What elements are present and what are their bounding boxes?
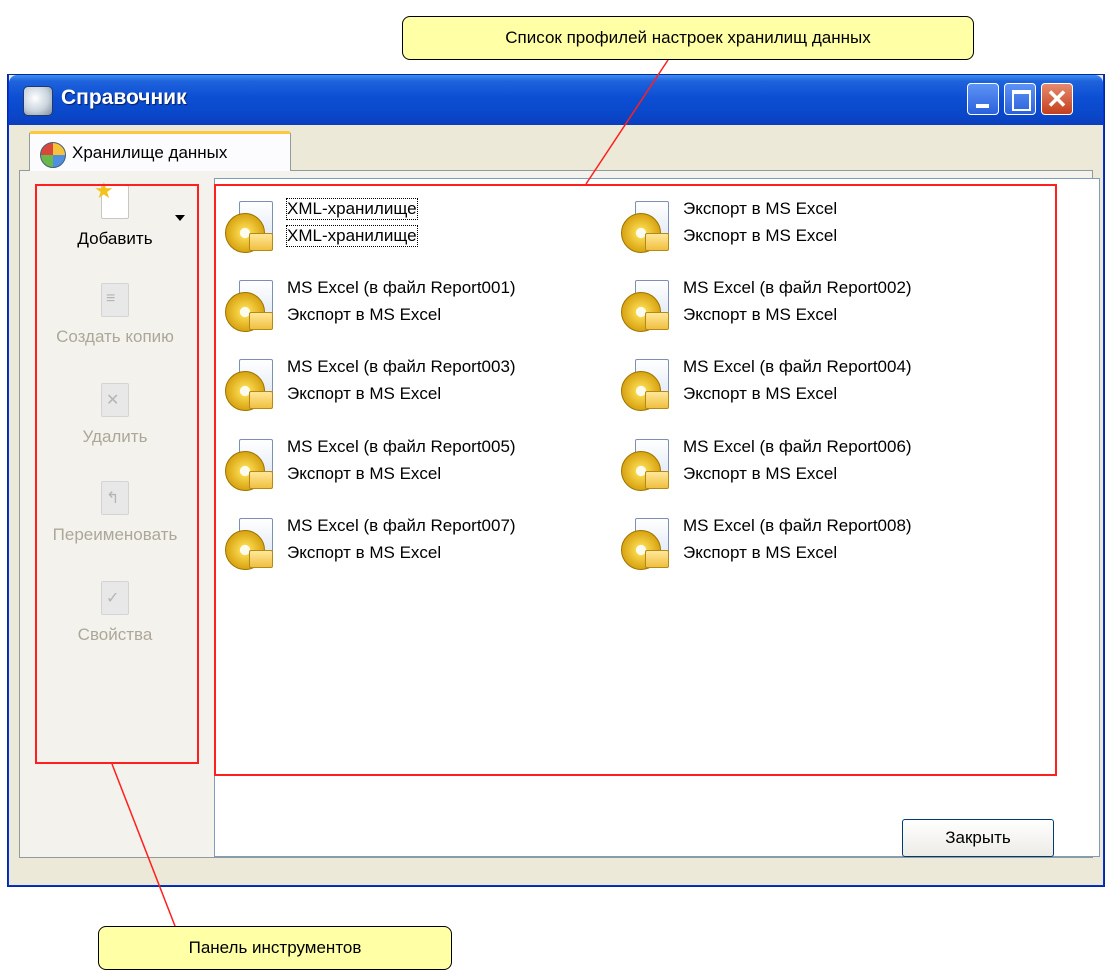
item-name: MS Excel (в файл Report003) bbox=[287, 357, 516, 376]
item-description: Экспорт в MS Excel bbox=[287, 543, 442, 562]
item-description: Экспорт в MS Excel bbox=[287, 464, 442, 483]
list-item[interactable]: MS Excel (в файл Report005) Экспорт в MS… bbox=[225, 435, 605, 505]
item-name: Экспорт в MS Excel bbox=[683, 199, 838, 218]
rename-document-icon: ↰ bbox=[101, 481, 129, 515]
item-name: MS Excel (в файл Report008) bbox=[683, 516, 912, 535]
new-document-star-icon: ★ bbox=[94, 178, 129, 219]
list-item[interactable]: MS Excel (в файл Report002) Экспорт в MS… bbox=[621, 276, 1001, 346]
profiles-callout: Список профилей настроек хранилищ данных bbox=[402, 16, 974, 60]
properties-label: Свойства bbox=[77, 625, 153, 644]
data-storage-icon bbox=[225, 439, 275, 491]
minimize-button[interactable] bbox=[967, 83, 999, 115]
storage-tab-icon bbox=[40, 142, 66, 168]
data-storage-icon bbox=[225, 280, 275, 332]
data-storage-icon bbox=[621, 280, 671, 332]
item-name: MS Excel (в файл Report002) bbox=[683, 278, 912, 297]
item-name: MS Excel (в файл Report005) bbox=[287, 437, 516, 456]
item-description: Экспорт в MS Excel bbox=[683, 226, 838, 245]
list-item[interactable]: MS Excel (в файл Report006) Экспорт в MS… bbox=[621, 435, 1001, 505]
list-item[interactable]: Экспорт в MS Excel Экспорт в MS Excel bbox=[621, 197, 1001, 267]
list-item[interactable]: MS Excel (в файл Report003) Экспорт в MS… bbox=[225, 355, 605, 425]
add-label: Добавить bbox=[77, 229, 153, 248]
copy-button[interactable]: ≡ Создать копию bbox=[25, 283, 205, 347]
chevron-down-icon[interactable] bbox=[175, 215, 185, 221]
item-name: XML-хранилище bbox=[286, 198, 418, 220]
item-name: MS Excel (в файл Report004) bbox=[683, 357, 912, 376]
profile-list[interactable]: XML-хранилище XML-хранилище Экспорт в MS… bbox=[214, 178, 1100, 857]
list-item[interactable]: MS Excel (в файл Report008) Экспорт в MS… bbox=[621, 514, 1001, 584]
tab-data-storage[interactable]: Хранилище данных bbox=[29, 131, 291, 171]
item-description: Экспорт в MS Excel bbox=[683, 543, 838, 562]
list-item[interactable]: MS Excel (в файл Report007) Экспорт в MS… bbox=[225, 514, 605, 584]
data-storage-icon bbox=[621, 439, 671, 491]
item-description: Экспорт в MS Excel bbox=[683, 464, 838, 483]
data-storage-icon bbox=[621, 359, 671, 411]
item-description: Экспорт в MS Excel bbox=[683, 305, 838, 324]
item-description: XML-хранилище bbox=[286, 225, 418, 247]
add-button[interactable]: ★ Добавить bbox=[25, 178, 205, 249]
item-description: Экспорт в MS Excel bbox=[287, 384, 442, 403]
app-icon bbox=[23, 86, 53, 116]
data-storage-icon bbox=[621, 201, 671, 253]
title-bar[interactable]: Справочник ✕ bbox=[9, 75, 1103, 125]
toolbar: ★ Добавить ≡ Создать копию ✕ Удалить ↰ П… bbox=[25, 177, 205, 749]
reference-window: Справочник ✕ Хранилище данных ★ Добавить… bbox=[8, 75, 1104, 886]
rename-label: Переименовать bbox=[52, 525, 178, 544]
item-name: MS Excel (в файл Report001) bbox=[287, 278, 516, 297]
item-name: MS Excel (в файл Report006) bbox=[683, 437, 912, 456]
data-storage-icon bbox=[225, 201, 275, 253]
list-item[interactable]: MS Excel (в файл Report001) Экспорт в MS… bbox=[225, 276, 605, 346]
properties-button[interactable]: ✓ Свойства bbox=[25, 581, 205, 645]
list-item[interactable]: MS Excel (в файл Report004) Экспорт в MS… bbox=[621, 355, 1001, 425]
copy-label: Создать копию bbox=[56, 327, 174, 346]
maximize-button[interactable] bbox=[1004, 83, 1036, 115]
star-icon: ★ bbox=[94, 178, 114, 203]
data-storage-icon bbox=[225, 518, 275, 570]
close-button[interactable]: Закрыть bbox=[902, 819, 1054, 857]
item-description: Экспорт в MS Excel bbox=[287, 305, 442, 324]
delete-button[interactable]: ✕ Удалить bbox=[25, 383, 205, 447]
item-name: MS Excel (в файл Report007) bbox=[287, 516, 516, 535]
data-storage-icon bbox=[225, 359, 275, 411]
rename-button[interactable]: ↰ Переименовать bbox=[25, 481, 205, 545]
close-icon: ✕ bbox=[1046, 84, 1068, 114]
delete-document-icon: ✕ bbox=[101, 383, 129, 417]
tab-label: Хранилище данных bbox=[72, 143, 228, 162]
toolbar-callout: Панель инструментов bbox=[98, 926, 452, 970]
copy-document-icon: ≡ bbox=[101, 283, 129, 317]
data-storage-icon bbox=[621, 518, 671, 570]
properties-document-icon: ✓ bbox=[101, 581, 129, 615]
maximize-icon bbox=[1012, 90, 1031, 111]
delete-label: Удалить bbox=[82, 427, 148, 446]
list-item[interactable]: XML-хранилище XML-хранилище bbox=[225, 197, 605, 267]
minimize-icon bbox=[976, 104, 989, 108]
item-description: Экспорт в MS Excel bbox=[683, 384, 838, 403]
close-window-button[interactable]: ✕ bbox=[1041, 83, 1073, 115]
window-title: Справочник bbox=[61, 86, 187, 109]
